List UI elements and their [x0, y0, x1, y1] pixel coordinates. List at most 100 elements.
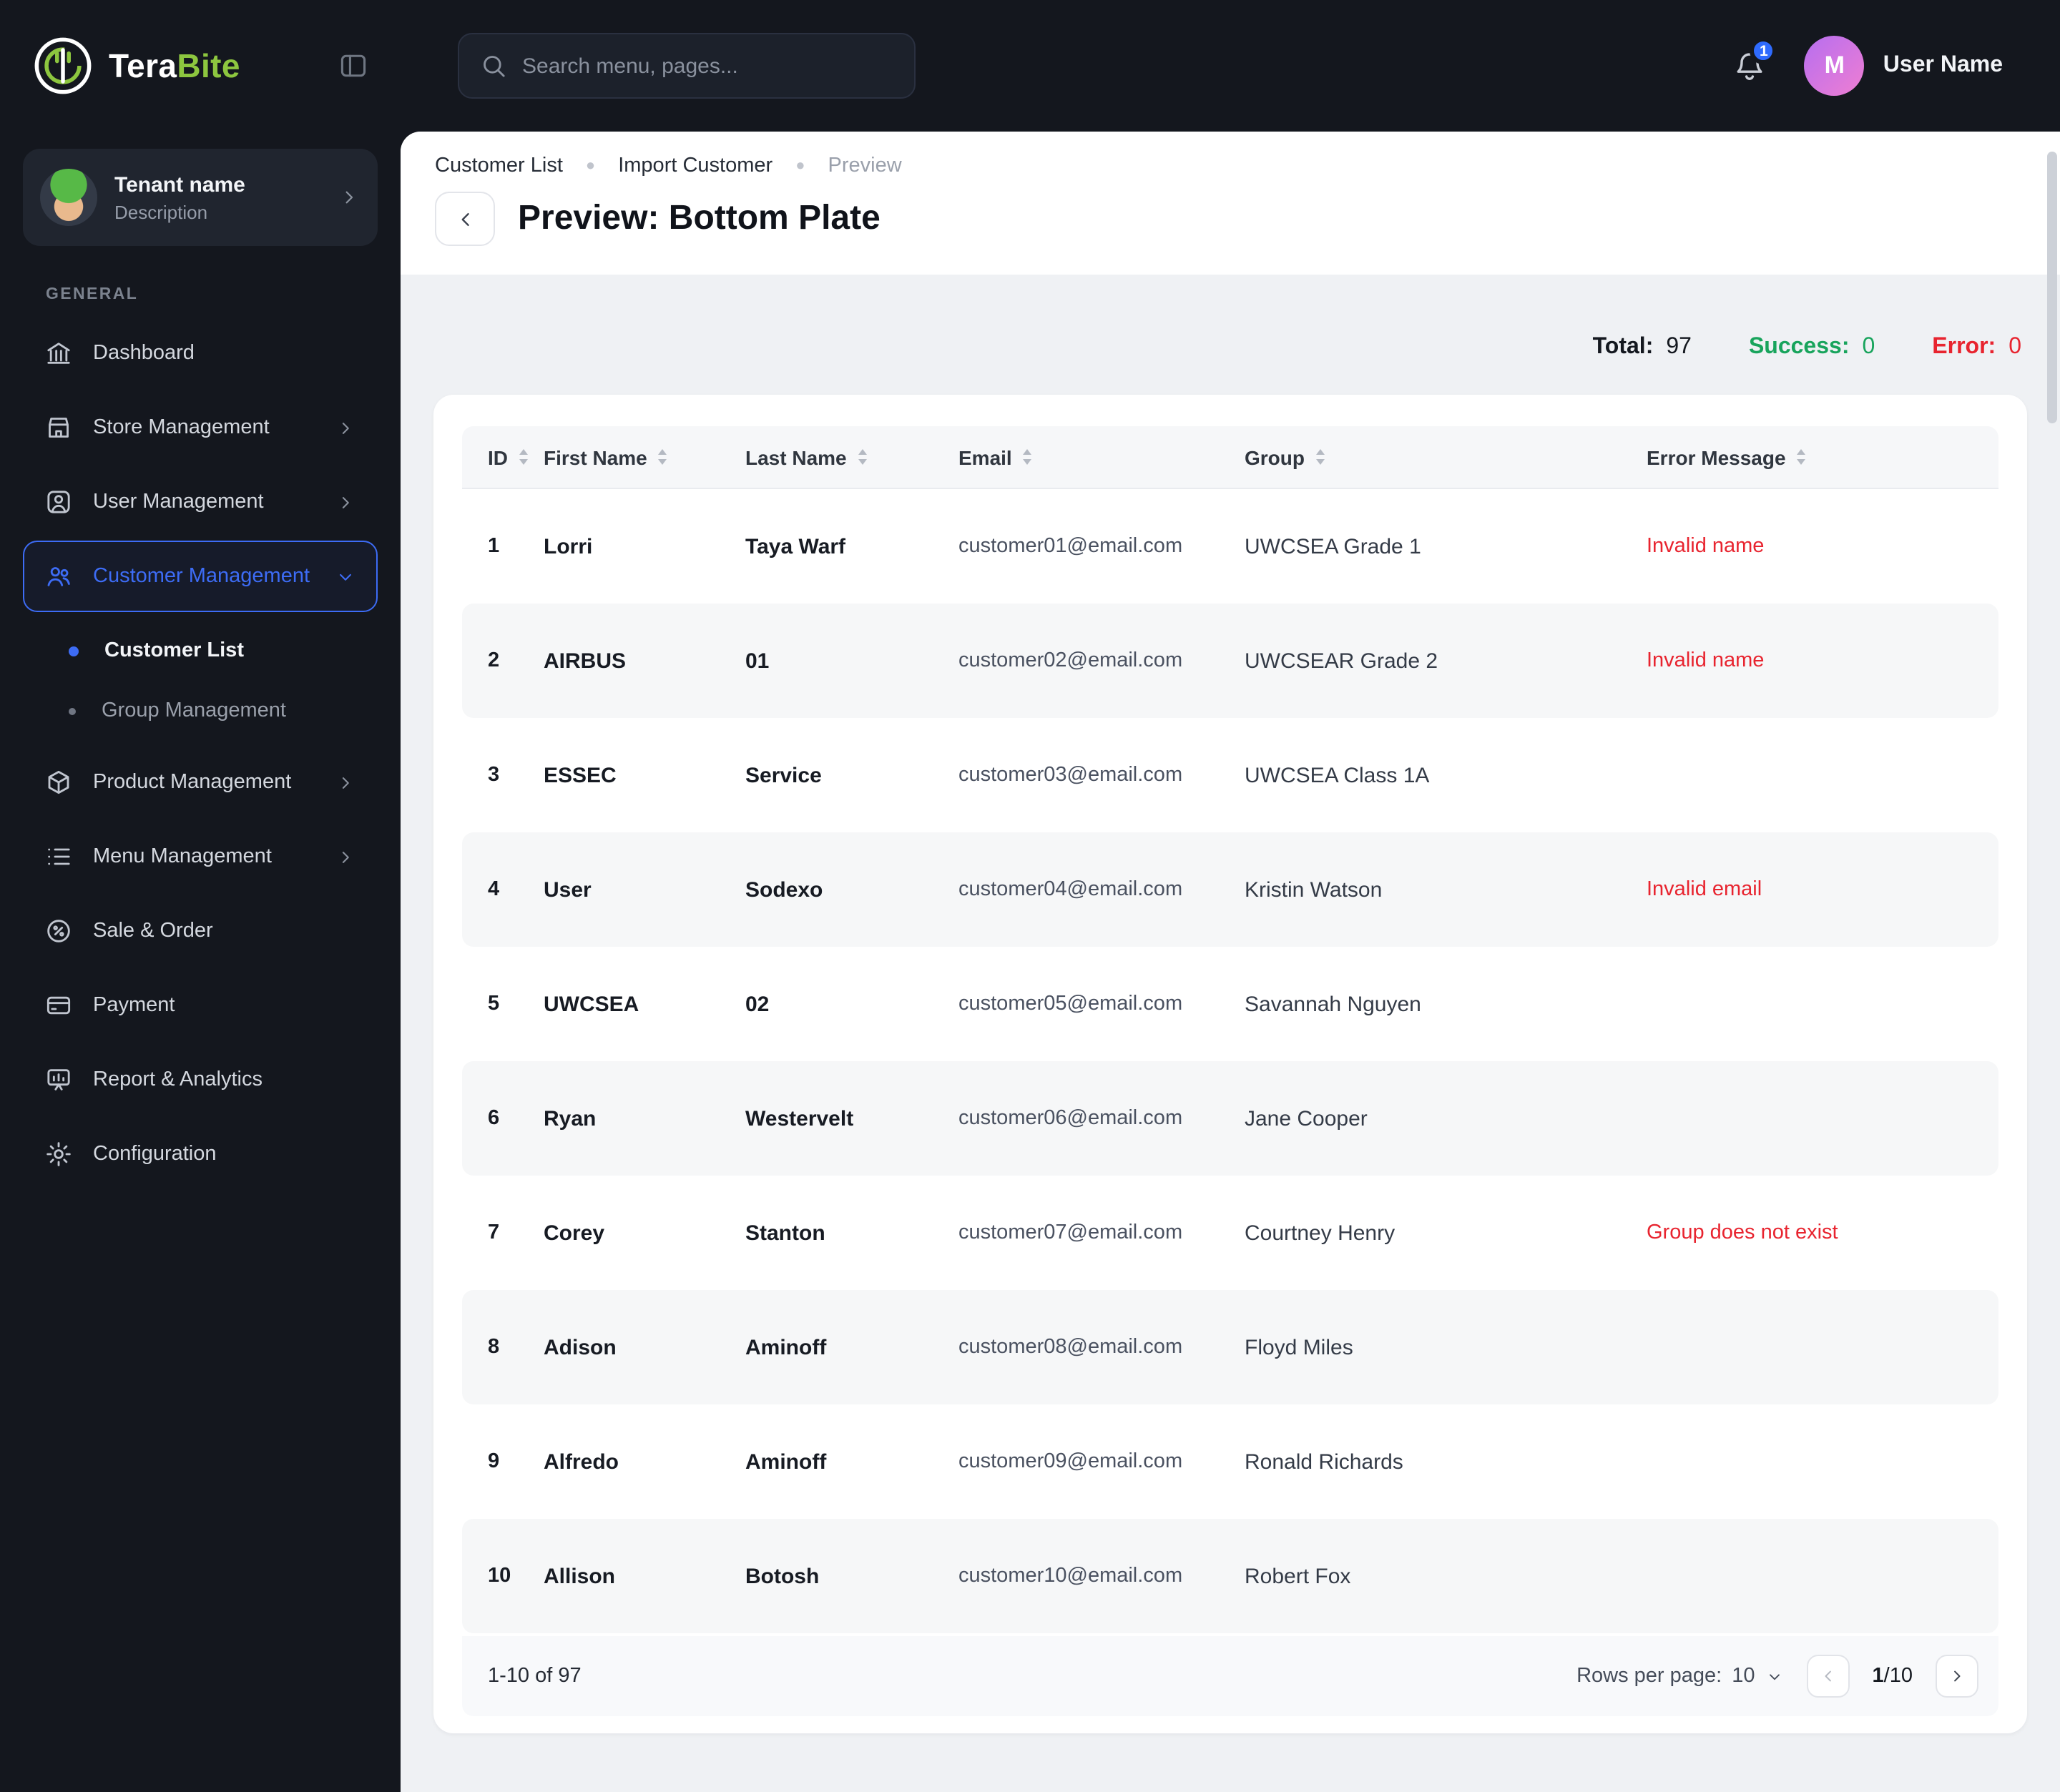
- scrollbar-thumb[interactable]: [2047, 152, 2057, 423]
- user-menu[interactable]: M User Name: [1804, 36, 2003, 96]
- payment-icon: [44, 991, 73, 1020]
- sidebar-item-sale-order[interactable]: Sale & Order: [23, 895, 378, 967]
- back-button[interactable]: [435, 192, 495, 246]
- sidebar-item-label: Customer Management: [93, 565, 310, 588]
- sidebar-item-label: Product Management: [93, 771, 292, 794]
- cell-email: customer07@email.com: [958, 1221, 1183, 1244]
- tenant-avatar: [40, 169, 97, 226]
- sort-icon: [858, 449, 867, 465]
- column-header-last-name[interactable]: Last Name: [745, 445, 958, 468]
- cell-group: Robert Fox: [1245, 1564, 1351, 1588]
- sidebar-collapse-icon[interactable]: [338, 50, 369, 82]
- notification-badge: 1: [1750, 37, 1777, 64]
- breadcrumb-item-current: Preview: [828, 154, 902, 177]
- rows-per-page-select[interactable]: Rows per page: 10: [1576, 1665, 1783, 1688]
- cell-email: customer10@email.com: [958, 1565, 1183, 1587]
- cell-group: UWCSEA Class 1A: [1245, 763, 1430, 787]
- next-page-button[interactable]: [1936, 1655, 1978, 1698]
- column-header-id[interactable]: ID: [488, 445, 544, 468]
- cell-group: Floyd Miles: [1245, 1335, 1353, 1359]
- cell-error: Invalid name: [1647, 649, 1765, 672]
- table-card: ID First Name Last Name Email Group Erro…: [433, 395, 2027, 1733]
- table-row: 9 Alfredo Aminoff customer09@email.com Ronal…: [462, 1404, 1998, 1519]
- tenant-description: Description: [114, 201, 208, 222]
- gear-icon: [44, 1140, 73, 1168]
- table-body: 1 Lorri Taya Warf customer01@email.com UWCSE…: [462, 489, 1998, 1633]
- chevron-right-icon: [335, 491, 356, 513]
- sidebar-item-label: Menu Management: [93, 845, 272, 868]
- table-row: 2 AIRBUS 01 customer02@email.com UWCSEAR Gra…: [462, 604, 1998, 718]
- dashboard-icon: [44, 339, 73, 368]
- sort-icon: [1797, 449, 1806, 465]
- tenant-card[interactable]: Tenant name Description: [23, 149, 378, 246]
- sale-icon: [44, 917, 73, 945]
- content-area: Total: 97 Success: 0 Error: 0 ID First Name…: [401, 275, 2060, 1792]
- logo[interactable]: TeraBite: [31, 34, 240, 97]
- sidebar-item-group-management[interactable]: Group Management: [23, 681, 378, 741]
- logo-row: TeraBite: [23, 0, 378, 132]
- sidebar-item-customer-management[interactable]: Customer Management: [23, 541, 378, 612]
- cell-first-name: ESSEC: [544, 763, 617, 787]
- sort-icon: [1023, 449, 1032, 465]
- bullet-icon: [69, 646, 79, 656]
- breadcrumb-item[interactable]: Customer List: [435, 154, 563, 177]
- sidebar-item-store-management[interactable]: Store Management: [23, 392, 378, 463]
- app-root: TeraBite Tenant name Description GENERAL…: [0, 0, 2060, 1792]
- cell-last-name: Aminoff: [745, 1449, 827, 1474]
- sidebar-item-label: Configuration: [93, 1143, 217, 1166]
- search-input[interactable]: [522, 54, 894, 78]
- cell-group: Courtney Henry: [1245, 1221, 1396, 1245]
- sidebar-item-product-management[interactable]: Product Management: [23, 747, 378, 818]
- sidebar-item-user-management[interactable]: User Management: [23, 466, 378, 538]
- chevron-down-icon: [335, 566, 356, 587]
- cell-email: customer05@email.com: [958, 993, 1183, 1015]
- sidebar-item-menu-management[interactable]: Menu Management: [23, 821, 378, 892]
- sidebar-item-payment[interactable]: Payment: [23, 970, 378, 1041]
- chevron-right-icon: [335, 772, 356, 793]
- report-icon: [44, 1065, 73, 1094]
- breadcrumb: Customer List ● Import Customer ● Previe…: [435, 154, 2026, 177]
- cell-email: customer09@email.com: [958, 1450, 1183, 1473]
- sidebar-item-label: Dashboard: [93, 342, 195, 365]
- sidebar-nav: Dashboard Store Management User Manageme…: [23, 317, 378, 1190]
- brand-logo-icon: [34, 37, 92, 94]
- table-row: 3 ESSEC Service customer03@email.com UWCSEA …: [462, 718, 1998, 832]
- cell-id: 6: [488, 1107, 500, 1130]
- table-row: 5 UWCSEA 02 customer05@email.com Savannah Ng…: [462, 947, 1998, 1061]
- cell-last-name: 02: [745, 992, 770, 1016]
- cell-first-name: Lorri: [544, 534, 593, 558]
- column-header-email[interactable]: Email: [958, 445, 1245, 468]
- column-header-error-message[interactable]: Error Message: [1647, 445, 1976, 468]
- sidebar-item-configuration[interactable]: Configuration: [23, 1118, 378, 1190]
- pagination-range: 1-10 of 97: [488, 1665, 582, 1688]
- table-row: 6 Ryan Westervelt customer06@email.com Jane …: [462, 1061, 1998, 1176]
- cell-email: customer03@email.com: [958, 764, 1183, 787]
- dot-separator: ●: [585, 157, 596, 174]
- cell-group: Jane Cooper: [1245, 1106, 1368, 1131]
- cell-id: 1: [488, 535, 500, 558]
- table-row: 1 Lorri Taya Warf customer01@email.com UWCSE…: [462, 489, 1998, 604]
- tenant-name: Tenant name: [114, 172, 245, 197]
- chevron-right-icon: [338, 186, 360, 209]
- page-indicator: 1/10: [1872, 1665, 1913, 1688]
- sidebar-item-customer-list[interactable]: Customer List: [23, 621, 378, 681]
- breadcrumb-item[interactable]: Import Customer: [618, 154, 772, 177]
- cell-id: 7: [488, 1221, 500, 1244]
- cell-first-name: UWCSEA: [544, 992, 639, 1016]
- topbar-actions: 1 M User Name: [1733, 36, 2003, 96]
- column-header-group[interactable]: Group: [1245, 445, 1647, 468]
- prev-page-button[interactable]: [1806, 1655, 1850, 1698]
- search-icon: [479, 51, 508, 80]
- stats-bar: Total: 97 Success: 0 Error: 0: [433, 335, 2027, 360]
- column-header-first-name[interactable]: First Name: [544, 445, 745, 468]
- notification-bell-icon[interactable]: 1: [1733, 37, 1777, 83]
- cell-group: Kristin Watson: [1245, 877, 1383, 902]
- search-box: [458, 33, 916, 99]
- cell-email: customer08@email.com: [958, 1336, 1183, 1359]
- cell-email: customer04@email.com: [958, 878, 1183, 901]
- cell-group: UWCSEAR Grade 2: [1245, 649, 1438, 673]
- sidebar-item-report-analytics[interactable]: Report & Analytics: [23, 1044, 378, 1116]
- cell-last-name: Botosh: [745, 1564, 820, 1588]
- sidebar-item-dashboard[interactable]: Dashboard: [23, 317, 378, 389]
- main-column: 1 M User Name Customer List ● Import Cus…: [401, 0, 2060, 1792]
